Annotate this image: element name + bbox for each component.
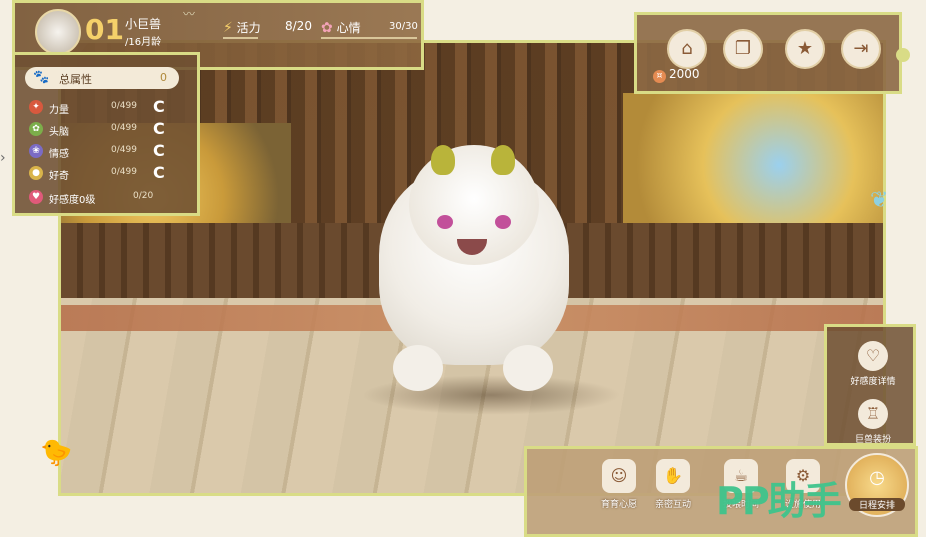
- affection-value: 0/20: [133, 191, 154, 201]
- attribute-value: 0/499: [111, 101, 137, 111]
- curiosity-icon: ●: [29, 166, 43, 180]
- emotion-icon: ❀: [29, 144, 43, 158]
- attribute-row-emotion[interactable]: ❀ 情感 0/499 C: [29, 141, 179, 161]
- affection-label: 好感度0级: [49, 195, 96, 206]
- clock-icon: ◷: [869, 467, 885, 488]
- attribute-row-strength[interactable]: ✦ 力量 0/499 C: [29, 97, 179, 117]
- attribute-row-curiosity[interactable]: ● 好奇 0/499 C: [29, 163, 179, 183]
- pet-avatar[interactable]: [35, 9, 81, 55]
- flower-icon: ✿: [321, 20, 333, 36]
- attribute-value: 0/499: [111, 123, 137, 133]
- pet-creature[interactable]: [379, 125, 569, 395]
- wish-button[interactable]: ☺ 育育心愿: [589, 459, 649, 510]
- bell-icon: ♖: [858, 399, 888, 429]
- attribute-grade: C: [153, 97, 165, 116]
- pet-number: 01: [85, 13, 124, 46]
- coin-icon: ¤: [653, 70, 666, 83]
- pet-age: /16月龄: [125, 37, 162, 48]
- affection-detail-label: 好感度详情: [850, 377, 896, 387]
- mood-stat: ✿ 心情 30/30: [321, 19, 418, 39]
- book-icon[interactable]: ❐: [723, 29, 763, 69]
- attribute-grade: C: [153, 119, 165, 138]
- heart-outline-icon: ♡: [858, 341, 888, 371]
- creature-paw-right: [503, 345, 553, 391]
- top-menu-panel: ⌂ ❐ ★ ⇥ ¤ 2000: [634, 12, 902, 94]
- creature-paw-left: [393, 345, 443, 391]
- energy-label: 活力: [236, 21, 261, 35]
- watermark-logo: PP助手: [716, 479, 842, 523]
- interact-button[interactable]: ✋ 亲密互动: [643, 459, 703, 510]
- schedule-button[interactable]: ◷ 日程安排: [845, 453, 909, 517]
- mood-label: 心情: [336, 21, 361, 35]
- attribute-name: 好奇: [49, 171, 69, 182]
- butterfly-icon: ❦: [870, 188, 889, 213]
- energy-value: 8/20: [285, 19, 312, 33]
- pet-name: 小巨兽: [125, 17, 162, 31]
- attribute-grade: C: [153, 163, 165, 182]
- energy-bar: [223, 37, 259, 39]
- affection-row[interactable]: ♥ 好感度0级 0/20: [29, 189, 179, 207]
- total-attribute-value: 0: [160, 71, 167, 84]
- hand-icon: ✋: [656, 459, 690, 493]
- attribute-name: 力量: [49, 105, 69, 116]
- wish-label: 育育心愿: [600, 500, 637, 510]
- attribute-row-mind[interactable]: ✿ 头脑 0/499 C: [29, 119, 179, 139]
- mood-bar: [321, 37, 417, 39]
- attribute-grade: C: [153, 141, 165, 160]
- wish-icon: ☺: [602, 459, 636, 493]
- dress-up-button[interactable]: ♖ 巨兽装扮: [827, 399, 919, 445]
- attribute-value: 0/499: [111, 145, 137, 155]
- total-attribute-row[interactable]: 🐾 总属性 0: [25, 67, 179, 89]
- heart-icon: ♥: [29, 190, 43, 204]
- currency-display: ¤ 2000: [653, 67, 700, 83]
- affection-detail-button[interactable]: ♡ 好感度详情: [827, 341, 919, 387]
- side-action-panel: ♡ 好感度详情 ♖ 巨兽装扮: [824, 324, 916, 446]
- creature-eye-right: [495, 215, 511, 229]
- bird-decoration-icon: 〰: [183, 7, 196, 21]
- currency-value: 2000: [669, 67, 700, 81]
- creature-horn-right: [491, 145, 515, 175]
- strength-icon: ✦: [29, 100, 43, 114]
- attribute-name: 情感: [49, 149, 69, 160]
- energy-stat: ⚡ 活力 8/20: [223, 19, 312, 39]
- attribute-value: 0/499: [111, 167, 137, 177]
- attribute-panel: 🐾 总属性 0 ✦ 力量 0/499 C ✿ 头脑 0/499 C ❀ 情感 0…: [12, 52, 200, 216]
- mood-value: 30/30: [389, 21, 418, 32]
- attribute-name: 头脑: [49, 127, 69, 138]
- mind-icon: ✿: [29, 122, 43, 136]
- shop-icon[interactable]: ⌂: [667, 29, 707, 69]
- creature-horn-left: [431, 145, 455, 175]
- paw-icon: 🐾: [33, 70, 50, 85]
- creature-mouth: [457, 239, 487, 255]
- dress-up-label: 巨兽装扮: [854, 435, 891, 445]
- arrow-icon: ›: [0, 150, 6, 166]
- total-attribute-label: 总属性: [59, 73, 92, 86]
- star-icon[interactable]: ★: [785, 29, 825, 69]
- bolt-icon: ⚡: [223, 20, 233, 36]
- duck-icon: 🐤: [40, 438, 73, 468]
- creature-head: [409, 145, 539, 265]
- interact-label: 亲密互动: [654, 500, 691, 510]
- panel-toggle-knob[interactable]: [896, 48, 910, 62]
- creature-eye-left: [437, 215, 453, 229]
- schedule-label: 日程安排: [849, 498, 905, 511]
- exit-icon[interactable]: ⇥: [841, 29, 881, 69]
